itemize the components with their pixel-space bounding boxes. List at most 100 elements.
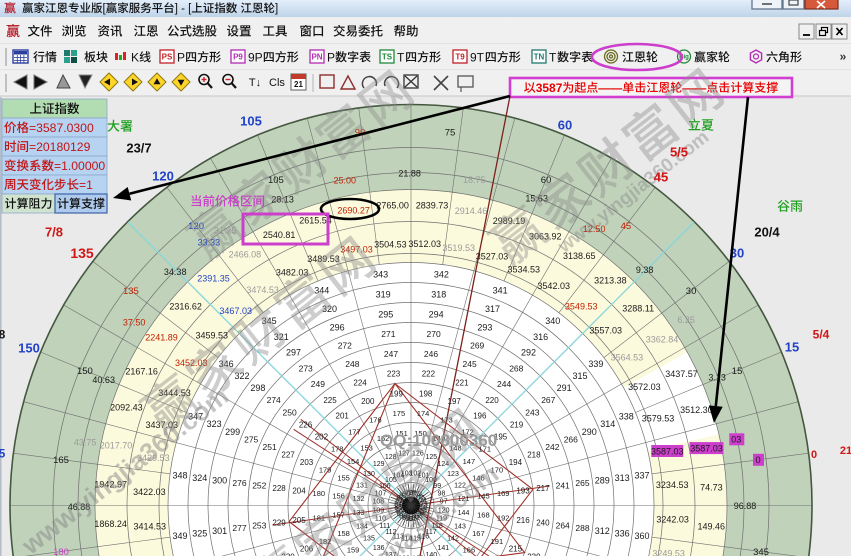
svg-text:3557.03: 3557.03: [589, 325, 622, 335]
svg-text:149.46: 149.46: [698, 522, 726, 532]
svg-text:135: 135: [363, 535, 375, 542]
svg-text:43.75: 43.75: [74, 437, 97, 447]
svg-text:219: 219: [510, 420, 524, 429]
svg-text:337: 337: [634, 470, 649, 480]
svg-text:03: 03: [731, 435, 741, 445]
svg-text:155: 155: [337, 473, 350, 482]
svg-text:301: 301: [212, 526, 227, 536]
svg-text:3459.53: 3459.53: [196, 331, 229, 341]
svg-text:3564.53: 3564.53: [611, 352, 644, 362]
svg-text:205: 205: [292, 516, 306, 525]
svg-text:99: 99: [433, 483, 441, 490]
svg-text:179: 179: [319, 466, 332, 475]
svg-text:153: 153: [360, 443, 373, 452]
svg-text:348: 348: [172, 470, 187, 480]
svg-text:226: 226: [299, 420, 313, 429]
svg-text:268: 268: [509, 363, 523, 373]
svg-text:3587: 3587: [536, 81, 563, 95]
svg-text:297: 297: [286, 348, 301, 358]
svg-text:18.75: 18.75: [463, 175, 486, 185]
svg-text:1868.24: 1868.24: [94, 519, 127, 529]
svg-text:203: 203: [300, 458, 314, 467]
svg-text:229: 229: [272, 519, 286, 528]
svg-text:342: 342: [434, 270, 449, 280]
svg-text:289: 289: [595, 476, 610, 486]
svg-text:267: 267: [541, 395, 555, 405]
svg-text:3549.53: 3549.53: [565, 302, 598, 312]
svg-text:3362.84: 3362.84: [646, 335, 679, 345]
svg-text:5/5: 5/5: [670, 145, 688, 160]
svg-text:6.25: 6.25: [677, 315, 695, 325]
svg-text:135: 135: [70, 245, 94, 261]
svg-text:106: 106: [379, 483, 391, 490]
svg-text:154: 154: [347, 457, 360, 466]
svg-text:20/4: 20/4: [754, 225, 780, 240]
svg-text:266: 266: [564, 434, 578, 444]
svg-text:3504.53: 3504.53: [374, 240, 407, 250]
svg-text:317: 317: [485, 304, 500, 314]
svg-text:3587.03: 3587.03: [690, 443, 723, 453]
svg-text:105: 105: [268, 175, 284, 186]
svg-text:159: 159: [347, 546, 360, 555]
svg-text:175: 175: [393, 409, 406, 418]
svg-text:314: 314: [600, 419, 615, 429]
svg-text:9T: 9T: [470, 50, 485, 64]
svg-text:269: 269: [470, 341, 484, 351]
svg-text:221: 221: [455, 379, 469, 388]
svg-text:15: 15: [785, 340, 799, 355]
svg-text:299: 299: [225, 427, 240, 437]
svg-text:198: 198: [419, 389, 433, 398]
svg-text:276: 276: [232, 478, 246, 488]
svg-text:319: 319: [376, 290, 391, 300]
svg-text:=1.00000: =1.00000: [54, 159, 105, 173]
svg-text:=20180129: =20180129: [29, 140, 91, 154]
svg-text:242: 242: [545, 442, 559, 452]
svg-text:40.63: 40.63: [92, 375, 115, 385]
svg-text:165: 165: [53, 455, 69, 466]
svg-text:8: 8: [0, 327, 6, 341]
svg-text:217: 217: [536, 484, 550, 493]
svg-text:Cls: Cls: [269, 77, 285, 89]
svg-text:]: ]: [275, 3, 278, 15]
svg-text:324: 324: [192, 473, 207, 483]
svg-text:196: 196: [473, 412, 487, 421]
svg-text:3242.03: 3242.03: [656, 515, 689, 525]
svg-text:QQ:100800360: QQ:100800360: [380, 431, 497, 450]
svg-text:244: 244: [497, 379, 511, 389]
svg-text:199: 199: [390, 389, 404, 398]
svg-text:288: 288: [575, 523, 589, 533]
svg-text:75: 75: [445, 127, 456, 138]
svg-text:147: 147: [463, 457, 476, 466]
svg-text:123: 123: [447, 471, 459, 478]
svg-text:249: 249: [311, 379, 325, 389]
svg-text:180: 180: [313, 489, 326, 498]
svg-text:P: P: [327, 50, 335, 64]
svg-text:3249.53: 3249.53: [652, 549, 685, 556]
svg-text:5/4: 5/4: [813, 327, 830, 341]
svg-text:318: 318: [431, 290, 446, 300]
svg-text:239: 239: [527, 552, 541, 556]
svg-text:TS: TS: [382, 52, 393, 61]
svg-text:250: 250: [283, 407, 297, 417]
svg-text:224: 224: [353, 379, 367, 388]
svg-text:273: 273: [299, 363, 313, 373]
svg-text:120: 120: [152, 169, 174, 184]
svg-text:272: 272: [338, 341, 352, 351]
svg-text:135: 135: [123, 286, 139, 297]
svg-text:2540.81: 2540.81: [263, 230, 296, 240]
svg-text:227: 227: [281, 451, 295, 460]
svg-text:3587.03: 3587.03: [651, 446, 684, 456]
svg-text:265: 265: [575, 478, 589, 488]
svg-text:9.38: 9.38: [636, 265, 654, 275]
svg-text:340: 340: [545, 316, 560, 326]
svg-text:2466.08: 2466.08: [229, 250, 262, 260]
svg-text:3512.03: 3512.03: [408, 239, 441, 249]
svg-text:PS: PS: [162, 52, 173, 61]
svg-text:141: 141: [437, 545, 449, 552]
svg-text:294: 294: [429, 309, 444, 319]
svg-text:295: 295: [378, 309, 393, 319]
svg-text:25.00: 25.00: [334, 175, 357, 185]
svg-text:9P: 9P: [248, 50, 263, 64]
svg-text:143: 143: [454, 523, 466, 530]
svg-text:192: 192: [497, 513, 510, 522]
